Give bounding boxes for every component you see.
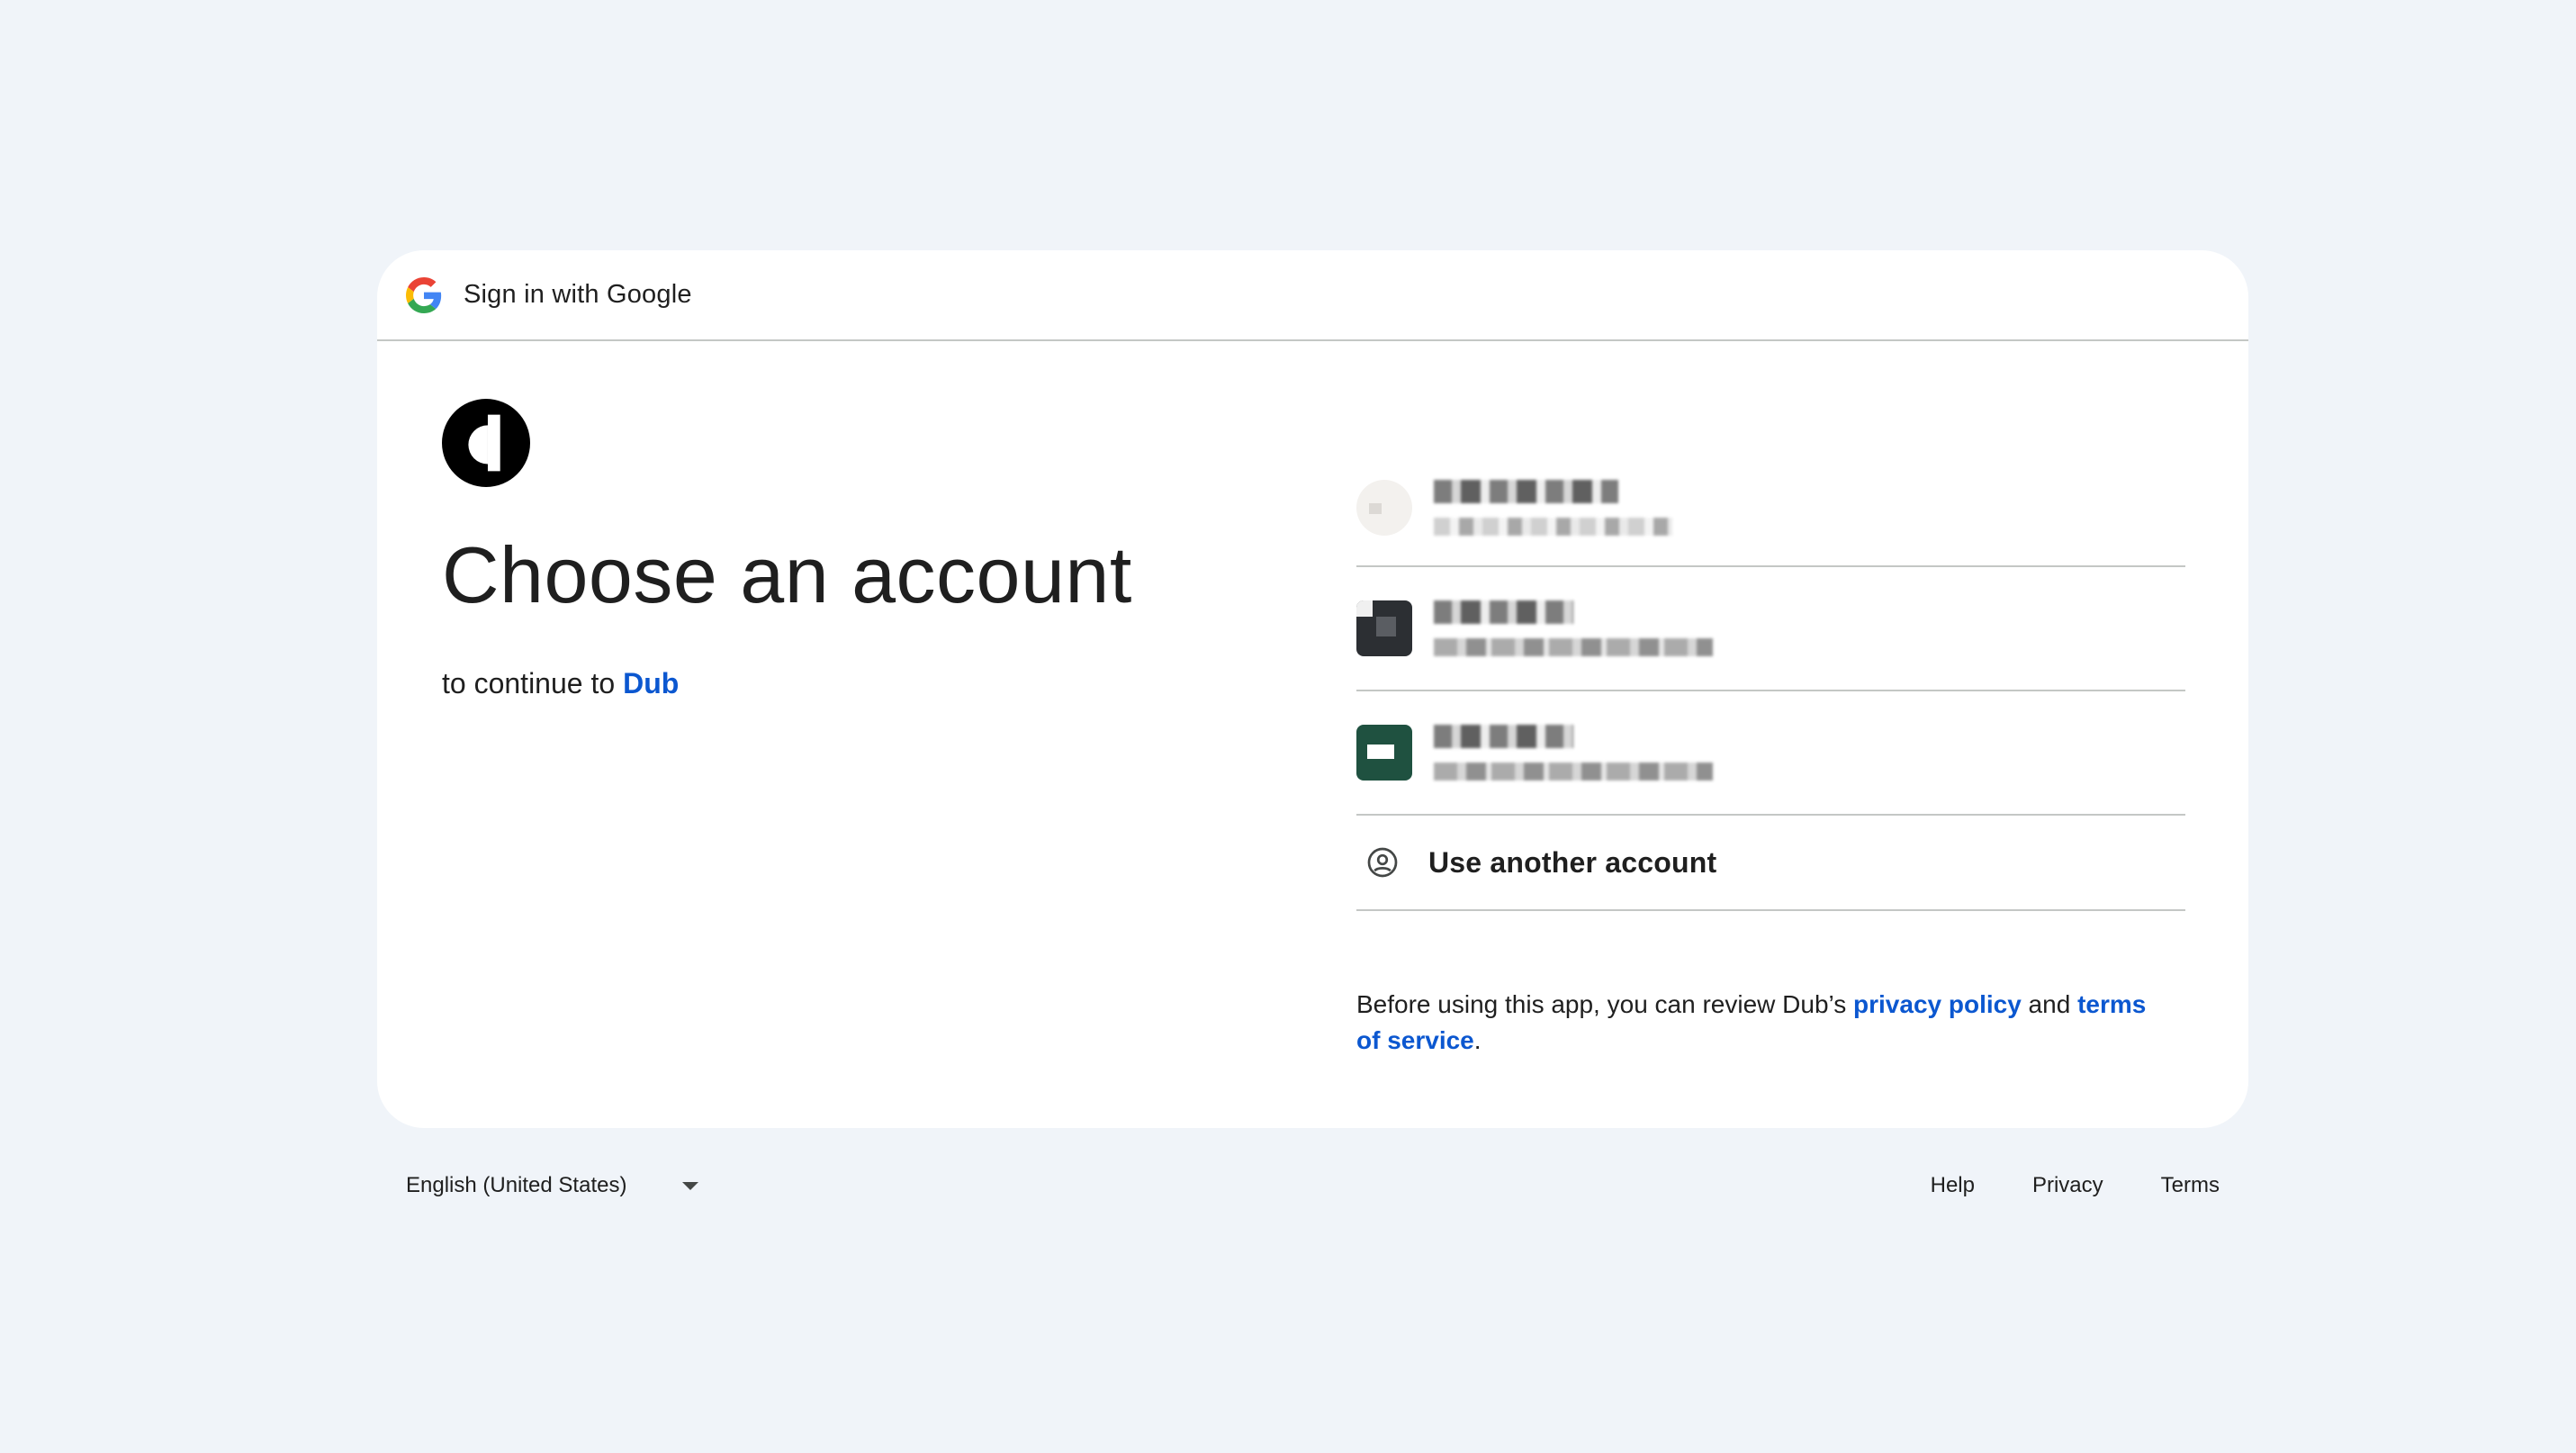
account-info [1434,600,1713,656]
account-name-redacted [1434,480,1618,503]
disclaimer-prefix: Before using this app, you can review Du… [1356,990,1854,1018]
dub-logo-icon [442,399,530,487]
language-label: English (United States) [406,1173,627,1197]
help-link[interactable]: Help [1931,1173,1975,1198]
footer: English (United States) Help Privacy Ter… [377,1164,2248,1207]
use-another-account-button[interactable]: Use another account [1356,816,2185,911]
account-email-redacted [1434,518,1672,536]
account-email-redacted [1434,638,1713,656]
subtitle: to continue to Dub [442,667,1252,700]
account-email-redacted [1434,763,1713,781]
account-name-redacted [1434,725,1573,748]
sign-in-card: Sign in with Google Choose an account to… [377,250,2248,1128]
account-avatar [1356,600,1412,656]
terms-link[interactable]: Terms [2161,1173,2220,1198]
account-row[interactable] [1356,567,2185,691]
disclaimer-suffix: . [1473,1026,1482,1054]
page-title: Choose an account [442,530,1132,619]
disclaimer-text: Before using this app, you can review Du… [1356,987,2166,1059]
privacy-link[interactable]: Privacy [2032,1173,2103,1198]
app-name-link[interactable]: Dub [623,667,679,699]
left-column: Choose an account to continue to Dub [442,399,1252,700]
account-name-redacted [1434,600,1573,624]
footer-links: Help Privacy Terms [1931,1164,2220,1207]
privacy-policy-link[interactable]: privacy policy [1853,990,2022,1018]
account-avatar [1356,480,1412,536]
header-title: Sign in with Google [464,280,692,309]
account-info [1434,725,1713,781]
account-row[interactable] [1356,691,2185,816]
language-select[interactable]: English (United States) [406,1164,699,1207]
subtitle-prefix: to continue to [442,667,616,699]
disclaimer-middle: and [2021,990,2078,1018]
use-another-account-label: Use another account [1428,845,1717,879]
account-avatar [1356,725,1412,781]
account-list: Use another account Before using this ap… [1356,450,2185,1059]
card-header: Sign in with Google [377,250,2248,341]
caret-down-icon [682,1181,699,1190]
google-g-icon [406,276,442,313]
account-row[interactable] [1356,450,2185,567]
account-info [1434,480,1672,536]
person-circle-icon [1367,847,1398,878]
